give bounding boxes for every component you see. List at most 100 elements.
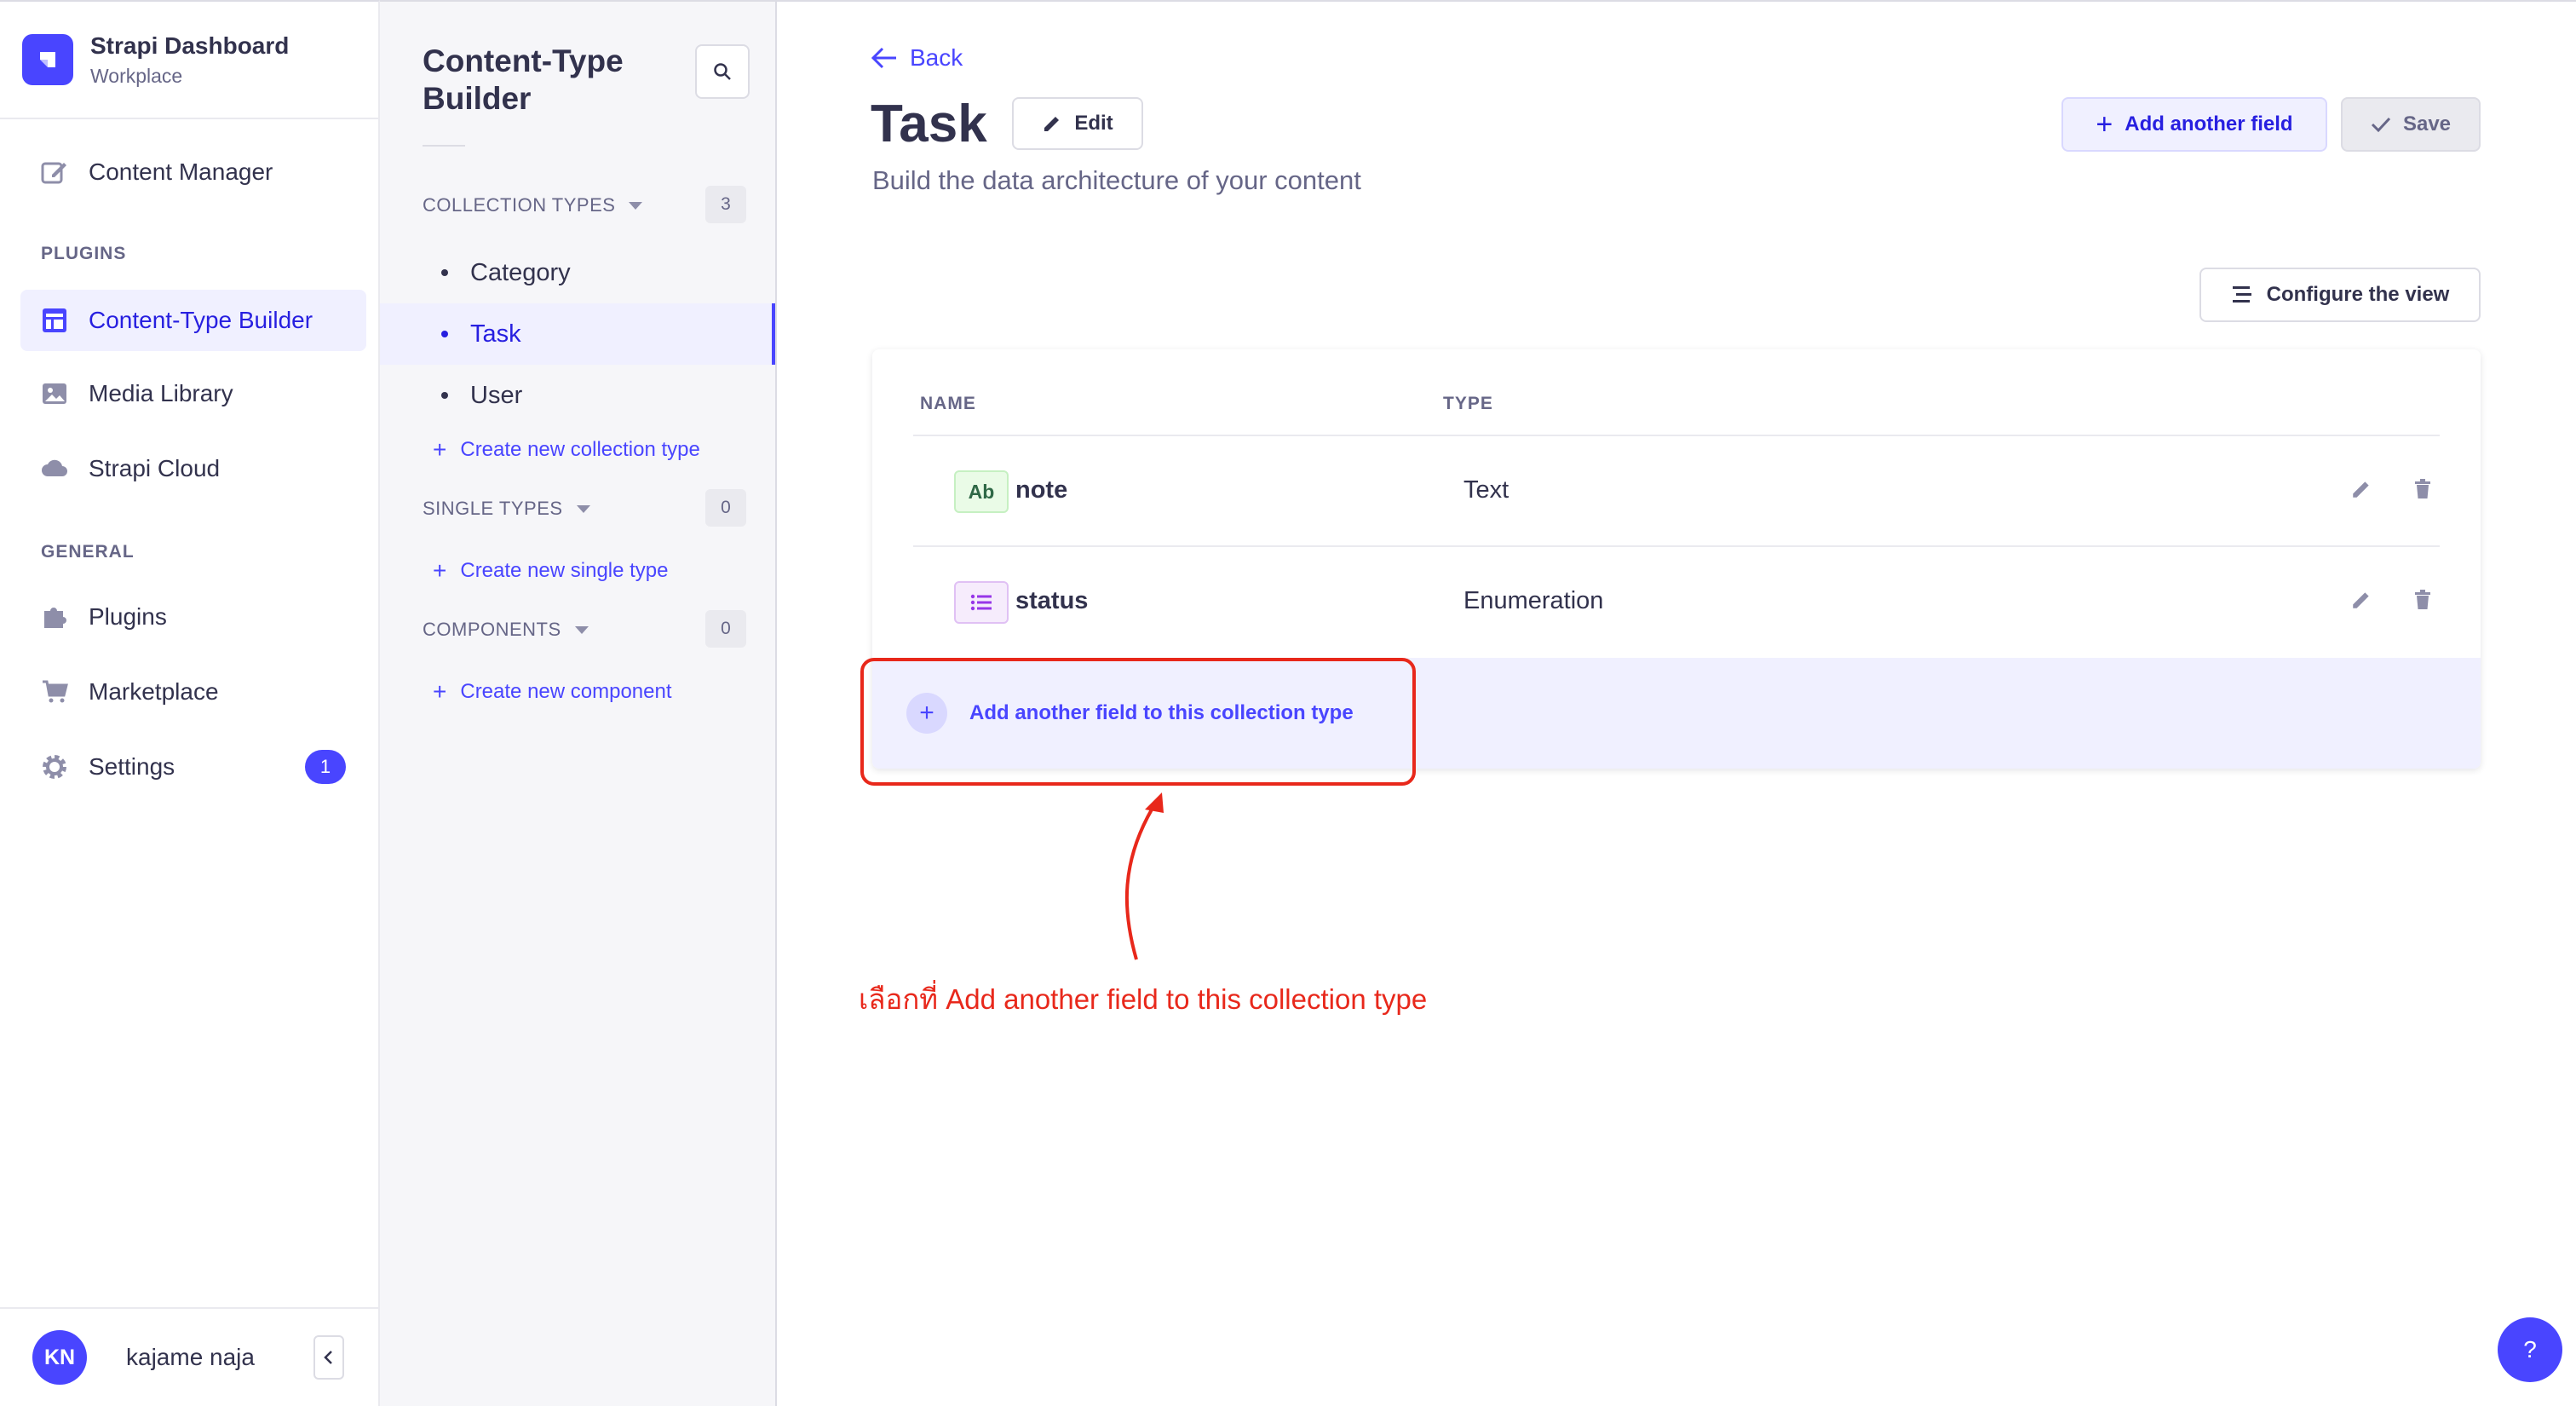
save-label: Save <box>2402 112 2452 135</box>
subnav-title-line1: Content-Type <box>423 43 624 78</box>
enumeration-type-icon <box>954 581 1009 624</box>
subnav-item-label: Category <box>470 258 571 286</box>
nav-section-general: GENERAL <box>41 542 135 562</box>
bullet-icon <box>441 269 448 276</box>
bullet-icon <box>441 392 448 399</box>
user-name[interactable]: kajame naja <box>126 1344 255 1371</box>
components-header[interactable]: COMPONENTS <box>423 619 589 641</box>
subnav-item-user[interactable]: User <box>380 365 775 426</box>
configure-view-button[interactable]: Configure the view <box>2199 268 2481 322</box>
plus-icon: + <box>433 436 447 463</box>
caret-down-icon <box>576 504 590 513</box>
column-header-type: TYPE <box>1443 394 1493 413</box>
add-another-field-button[interactable]: + Add another field <box>2061 97 2327 152</box>
subnav-item-task[interactable]: Task <box>380 303 775 365</box>
nav-label: Settings <box>89 753 175 780</box>
field-name: status <box>1015 587 1089 614</box>
nav-item-marketplace[interactable]: Marketplace <box>20 661 366 723</box>
brand-subtitle: Workplace <box>90 64 183 87</box>
settings-notification-badge: 1 <box>305 750 346 784</box>
image-icon <box>39 378 70 409</box>
plus-icon: + <box>2096 107 2113 141</box>
strapi-logo-icon <box>22 34 73 85</box>
field-name: note <box>1015 476 1068 504</box>
pencil-icon[interactable] <box>2346 585 2377 615</box>
components-count: 0 <box>705 610 746 648</box>
nav-item-strapi-cloud[interactable]: Strapi Cloud <box>20 438 366 499</box>
create-collection-type-link[interactable]: + Create new collection type <box>433 436 700 464</box>
top-border <box>777 0 2576 2</box>
create-link-label: Create new collection type <box>460 438 700 461</box>
nav-section-plugins: PLUGINS <box>41 244 127 263</box>
create-single-type-link[interactable]: + Create new single type <box>433 557 669 585</box>
content-type-builder-subnav: Content-Type Builder COLLECTION TYPES 3 … <box>380 0 777 1406</box>
pencil-icon[interactable] <box>2346 474 2377 504</box>
text-type-icon: Ab <box>954 470 1009 513</box>
page-subtitle: Build the data architecture of your cont… <box>872 165 1361 195</box>
search-icon <box>714 63 731 80</box>
edit-label: Edit <box>1074 112 1113 135</box>
cloud-icon <box>39 453 70 484</box>
subnav-title-line2: Builder <box>423 81 532 116</box>
avatar[interactable]: KN <box>32 1330 87 1385</box>
pencil-icon <box>1044 117 1060 131</box>
nav-label: Strapi Cloud <box>89 455 221 481</box>
back-link[interactable]: Back <box>871 44 963 72</box>
collapse-nav-button[interactable] <box>313 1335 344 1380</box>
section-label: COLLECTION TYPES <box>423 194 616 216</box>
create-link-label: Create new component <box>460 680 672 703</box>
user-profile-bar: KN kajame naja <box>0 1307 378 1406</box>
brand-header: Strapi Dashboard Workplace <box>0 2 378 119</box>
page-title: Task <box>871 95 987 153</box>
trash-icon[interactable] <box>2407 474 2438 504</box>
trash-icon[interactable] <box>2407 585 2438 615</box>
nav-item-plugins[interactable]: Plugins <box>20 586 366 648</box>
puzzle-icon <box>39 602 70 632</box>
table-row[interactable]: status Enumeration <box>913 547 2440 656</box>
help-button[interactable]: ? <box>2498 1317 2562 1382</box>
nav-label: Media Library <box>89 380 233 406</box>
collection-types-count: 3 <box>705 186 746 223</box>
subnav-item-label: User <box>470 381 523 409</box>
brand-title: Strapi Dashboard <box>90 32 290 59</box>
main-navigation: Strapi Dashboard Workplace Content Manag… <box>0 0 380 1406</box>
single-types-count: 0 <box>705 489 746 527</box>
column-header-name: NAME <box>920 394 976 413</box>
field-type: Text <box>1463 476 1509 504</box>
caret-down-icon <box>629 201 643 210</box>
bullet-icon <box>441 331 448 337</box>
subnav-title: Content-Type Builder <box>423 43 624 118</box>
edit-content-type-button[interactable]: Edit <box>1012 97 1143 150</box>
nav-item-content-type-builder[interactable]: Content-Type Builder <box>20 290 366 351</box>
back-label: Back <box>910 44 963 71</box>
subnav-divider <box>423 145 465 147</box>
shopping-cart-icon <box>39 677 70 707</box>
field-type: Enumeration <box>1463 587 1604 614</box>
configure-view-label: Configure the view <box>2266 283 2450 306</box>
annotation-highlight-box <box>860 658 1416 786</box>
save-button[interactable]: Save <box>2341 97 2481 152</box>
create-link-label: Create new single type <box>460 559 669 582</box>
nav-item-settings[interactable]: Settings 1 <box>20 736 366 798</box>
nav-label: Content Manager <box>89 158 273 185</box>
single-types-header[interactable]: SINGLE TYPES <box>423 498 590 520</box>
collection-types-header[interactable]: COLLECTION TYPES <box>423 194 643 216</box>
nav-item-media-library[interactable]: Media Library <box>20 363 366 424</box>
subnav-search-button[interactable] <box>695 44 750 99</box>
check-icon <box>2371 117 2391 133</box>
chevron-left-icon <box>324 1351 332 1364</box>
table-row[interactable]: Ab note Text <box>913 436 2440 545</box>
plus-icon: + <box>433 678 447 705</box>
create-component-link[interactable]: + Create new component <box>433 678 672 706</box>
nav-label: Marketplace <box>89 678 219 705</box>
nav-item-content-manager[interactable]: Content Manager <box>20 141 366 203</box>
section-label: SINGLE TYPES <box>423 498 563 519</box>
subnav-item-category[interactable]: Category <box>380 242 775 303</box>
arrow-left-icon <box>871 47 896 69</box>
annotation-arrow-icon <box>1124 792 1164 960</box>
list-settings-icon <box>2232 286 2251 303</box>
content-manager-icon <box>39 157 70 187</box>
nav-label: Plugins <box>89 603 167 630</box>
section-label: COMPONENTS <box>423 619 561 640</box>
gear-icon <box>39 752 70 782</box>
